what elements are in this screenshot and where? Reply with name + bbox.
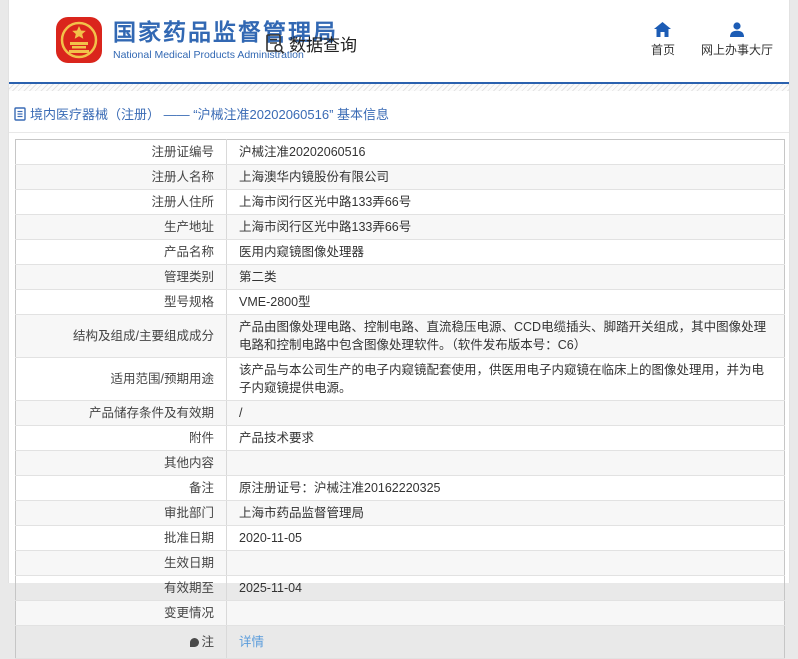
table-row: 管理类别 第二类 (15, 264, 785, 290)
table-row: 其他内容 (15, 450, 785, 476)
page: 国家药品监督管理局 National Medical Products Admi… (8, 0, 790, 659)
field-label: 型号规格 (15, 289, 227, 315)
detail-table-body: 注册证编号 沪械注准20202060516 注册人名称 上海澳华内镜股份有限公司 注册人… (15, 139, 785, 659)
person-icon (729, 22, 744, 37)
table-row: 备注 原注册证号：沪械注准20162220325 (15, 475, 785, 501)
table-row: 型号规格 VME-2800型 (15, 289, 785, 315)
field-value: 上海市药品监督管理局 (226, 500, 785, 526)
field-label: 附件 (15, 425, 227, 451)
field-value: VME-2800型 (226, 289, 785, 315)
field-value: 沪械注准20202060516 (226, 139, 785, 165)
field-label: 适用范围/预期用途 (15, 357, 227, 401)
field-value: 该产品与本公司生产的电子内窥镜配套使用，供医用电子内窥镜在临床上的图像处理用，并… (226, 357, 785, 401)
table-row: 注册人名称 上海澳华内镜股份有限公司 (15, 164, 785, 190)
nav-home-label: 首页 (650, 43, 675, 57)
field-value: 产品技术要求 (226, 425, 785, 451)
field-value: 医用内窥镜图像处理器 (226, 239, 785, 265)
field-value: 第二类 (226, 264, 785, 290)
field-value (226, 600, 785, 626)
detail-link[interactable]: 详情 (239, 635, 264, 649)
data-query-tab[interactable]: 数据查询 (264, 31, 357, 56)
field-value (226, 550, 785, 576)
table-row: 结构及组成/主要组成成分 产品由图像处理电路、控制电路、直流稳压电源、CCD电缆插… (15, 314, 785, 358)
detail-table: 注册证编号 沪械注准20202060516 注册人名称 上海澳华内镜股份有限公司 注册人… (15, 139, 785, 659)
field-label: 管理类别 (15, 264, 227, 290)
table-row: 注详情 (15, 625, 785, 659)
document-search-icon (266, 33, 285, 54)
field-label: 备注 (15, 475, 227, 501)
home-icon (654, 22, 672, 37)
field-value: 产品由图像处理电路、控制电路、直流稳压电源、CCD电缆插头、脚踏开关组成，其中图… (226, 314, 785, 358)
table-row: 注册证编号 沪械注准20202060516 (15, 139, 785, 165)
field-label: 其他内容 (15, 450, 227, 476)
nav-service-hall[interactable]: 网上办事大厅 (701, 22, 773, 58)
document-icon (14, 106, 26, 121)
field-value: 2025-11-04 (226, 575, 785, 601)
table-row: 批准日期 2020-11-05 (15, 525, 785, 551)
field-label: 结构及组成/主要组成成分 (15, 314, 227, 358)
field-label: 审批部门 (15, 500, 227, 526)
data-query-label: 数据查询 (289, 36, 357, 55)
header-hatch-divider (9, 84, 789, 91)
field-value: 上海澳华内镜股份有限公司 (226, 164, 785, 190)
field-label: 变更情况 (15, 600, 227, 626)
table-row: 生产地址 上海市闵行区光中路133弄66号 (15, 214, 785, 240)
nav-home[interactable]: 首页 (651, 22, 675, 58)
field-value: 上海市闵行区光中路133弄66号 (226, 214, 785, 240)
table-row: 审批部门 上海市药品监督管理局 (15, 500, 785, 526)
field-value: 详情 (226, 625, 785, 659)
field-value: 2020-11-05 (226, 525, 785, 551)
nav-hall-label: 网上办事大厅 (700, 43, 773, 57)
field-label: 产品名称 (15, 239, 227, 265)
table-row: 产品储存条件及有效期 / (15, 400, 785, 426)
top-nav: 首页 网上办事大厅 (651, 22, 773, 58)
header: 国家药品监督管理局 National Medical Products Admi… (9, 0, 789, 84)
field-label: 注册人名称 (15, 164, 227, 190)
field-label: 生产地址 (15, 214, 227, 240)
table-row: 有效期至 2025-11-04 (15, 575, 785, 601)
table-row: 附件 产品技术要求 (15, 425, 785, 451)
field-value (226, 450, 785, 476)
field-value: 上海市闵行区光中路133弄66号 (226, 189, 785, 215)
field-label: 注册人住所 (15, 189, 227, 215)
page-title: 境内医疗器械（注册） —— “沪械注准20202060516” 基本信息 (30, 107, 390, 122)
field-label: 注册证编号 (15, 139, 227, 165)
national-emblem-icon (56, 17, 102, 63)
field-label: 批准日期 (15, 525, 227, 551)
table-row: 注册人住所 上海市闵行区光中路133弄66号 (15, 189, 785, 215)
field-label: 生效日期 (15, 550, 227, 576)
field-label: 注 (15, 625, 227, 659)
note-icon (190, 638, 200, 647)
table-row: 变更情况 (15, 600, 785, 626)
field-value: / (226, 400, 785, 426)
table-row: 产品名称 医用内窥镜图像处理器 (15, 239, 785, 265)
table-row: 适用范围/预期用途 该产品与本公司生产的电子内窥镜配套使用，供医用电子内窥镜在临床… (15, 357, 785, 401)
table-row: 生效日期 (15, 550, 785, 576)
field-value: 原注册证号：沪械注准20162220325 (226, 475, 785, 501)
breadcrumb: 境内医疗器械（注册） —— “沪械注准20202060516” 基本信息 (9, 91, 789, 133)
field-label: 产品储存条件及有效期 (15, 400, 227, 426)
field-label: 有效期至 (15, 575, 227, 601)
